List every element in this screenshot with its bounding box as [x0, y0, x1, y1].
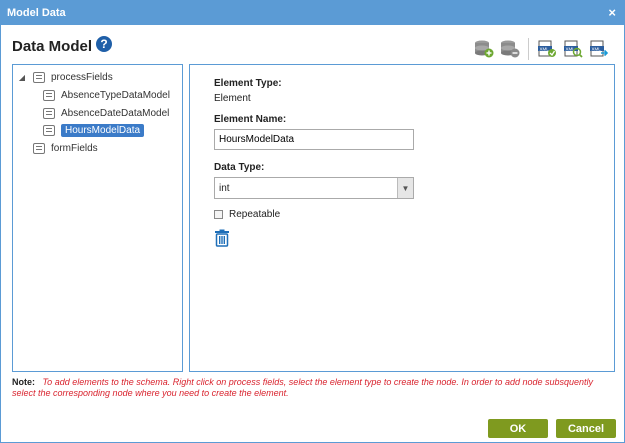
node-icon [33, 142, 45, 154]
svg-text:XML: XML [540, 46, 550, 51]
note-text: To add elements to the schema. Right cli… [12, 377, 594, 398]
cancel-button[interactable]: Cancel [556, 419, 616, 438]
tree-node-label: processFields [51, 71, 113, 83]
page-title-text: Data Model [12, 38, 93, 55]
dialog-title: Model Data [7, 7, 66, 19]
remove-database-icon[interactable] [499, 39, 521, 59]
node-icon [43, 124, 55, 136]
element-name-input[interactable] [214, 129, 414, 150]
data-type-select[interactable]: int ▼ [214, 177, 414, 199]
chevron-down-icon[interactable]: ▼ [397, 178, 413, 198]
xml-import-icon[interactable]: XML [588, 39, 610, 59]
element-details-panel: Element Type: Element Element Name: Data… [189, 64, 615, 372]
tree-node-hours-model[interactable]: HoursModelData [43, 122, 145, 138]
dialog-titlebar: Model Data × [1, 1, 624, 25]
node-icon [43, 107, 55, 119]
element-type-value: Element [214, 93, 251, 104]
repeatable-checkbox[interactable] [214, 210, 223, 219]
xml-export-icon[interactable]: XML [536, 39, 558, 59]
toolbar: XML XML XML [473, 38, 610, 60]
repeatable-row: Repeatable [214, 209, 280, 220]
data-type-label: Data Type: [214, 162, 265, 173]
tree-node-absence-type[interactable]: AbsenceTypeDataModel [43, 87, 170, 103]
repeatable-label: Repeatable [229, 209, 281, 220]
tree-node-label-selected: HoursModelData [61, 123, 145, 137]
element-name-label: Element Name: [214, 114, 287, 125]
ok-button[interactable]: OK [488, 419, 548, 438]
schema-tree-panel: ◢ processFields AbsenceTypeDataModel Abs… [12, 64, 183, 372]
tree-node-label: AbsenceTypeDataModel [61, 89, 170, 101]
schema-note: Note: To add elements to the schema. Rig… [12, 377, 612, 399]
svg-text:XML: XML [592, 46, 602, 51]
tree-node-absence-date[interactable]: AbsenceDateDataModel [43, 105, 169, 121]
close-icon[interactable]: × [608, 1, 616, 25]
note-label: Note: [12, 377, 35, 387]
trash-icon[interactable] [214, 229, 230, 247]
node-icon [33, 71, 45, 83]
collapse-triangle-icon[interactable]: ◢ [17, 73, 27, 82]
toolbar-divider [528, 38, 529, 60]
tree-node-process-fields[interactable]: ◢ processFields [17, 69, 113, 85]
help-icon[interactable]: ? [96, 35, 113, 52]
node-icon [43, 89, 55, 101]
add-database-icon[interactable] [473, 39, 495, 59]
tree-node-label: AbsenceDateDataModel [61, 107, 170, 119]
element-type-label: Element Type: [214, 78, 282, 89]
page-title: Data Model ? [12, 35, 113, 55]
xml-search-icon[interactable]: XML [562, 39, 584, 59]
tree-node-label: formFields [51, 142, 98, 154]
data-type-selected-value: int [219, 183, 230, 194]
tree-node-form-fields[interactable]: formFields [33, 140, 98, 156]
model-data-dialog: Model Data × Data Model ? XML XML XML ◢ … [0, 0, 625, 443]
